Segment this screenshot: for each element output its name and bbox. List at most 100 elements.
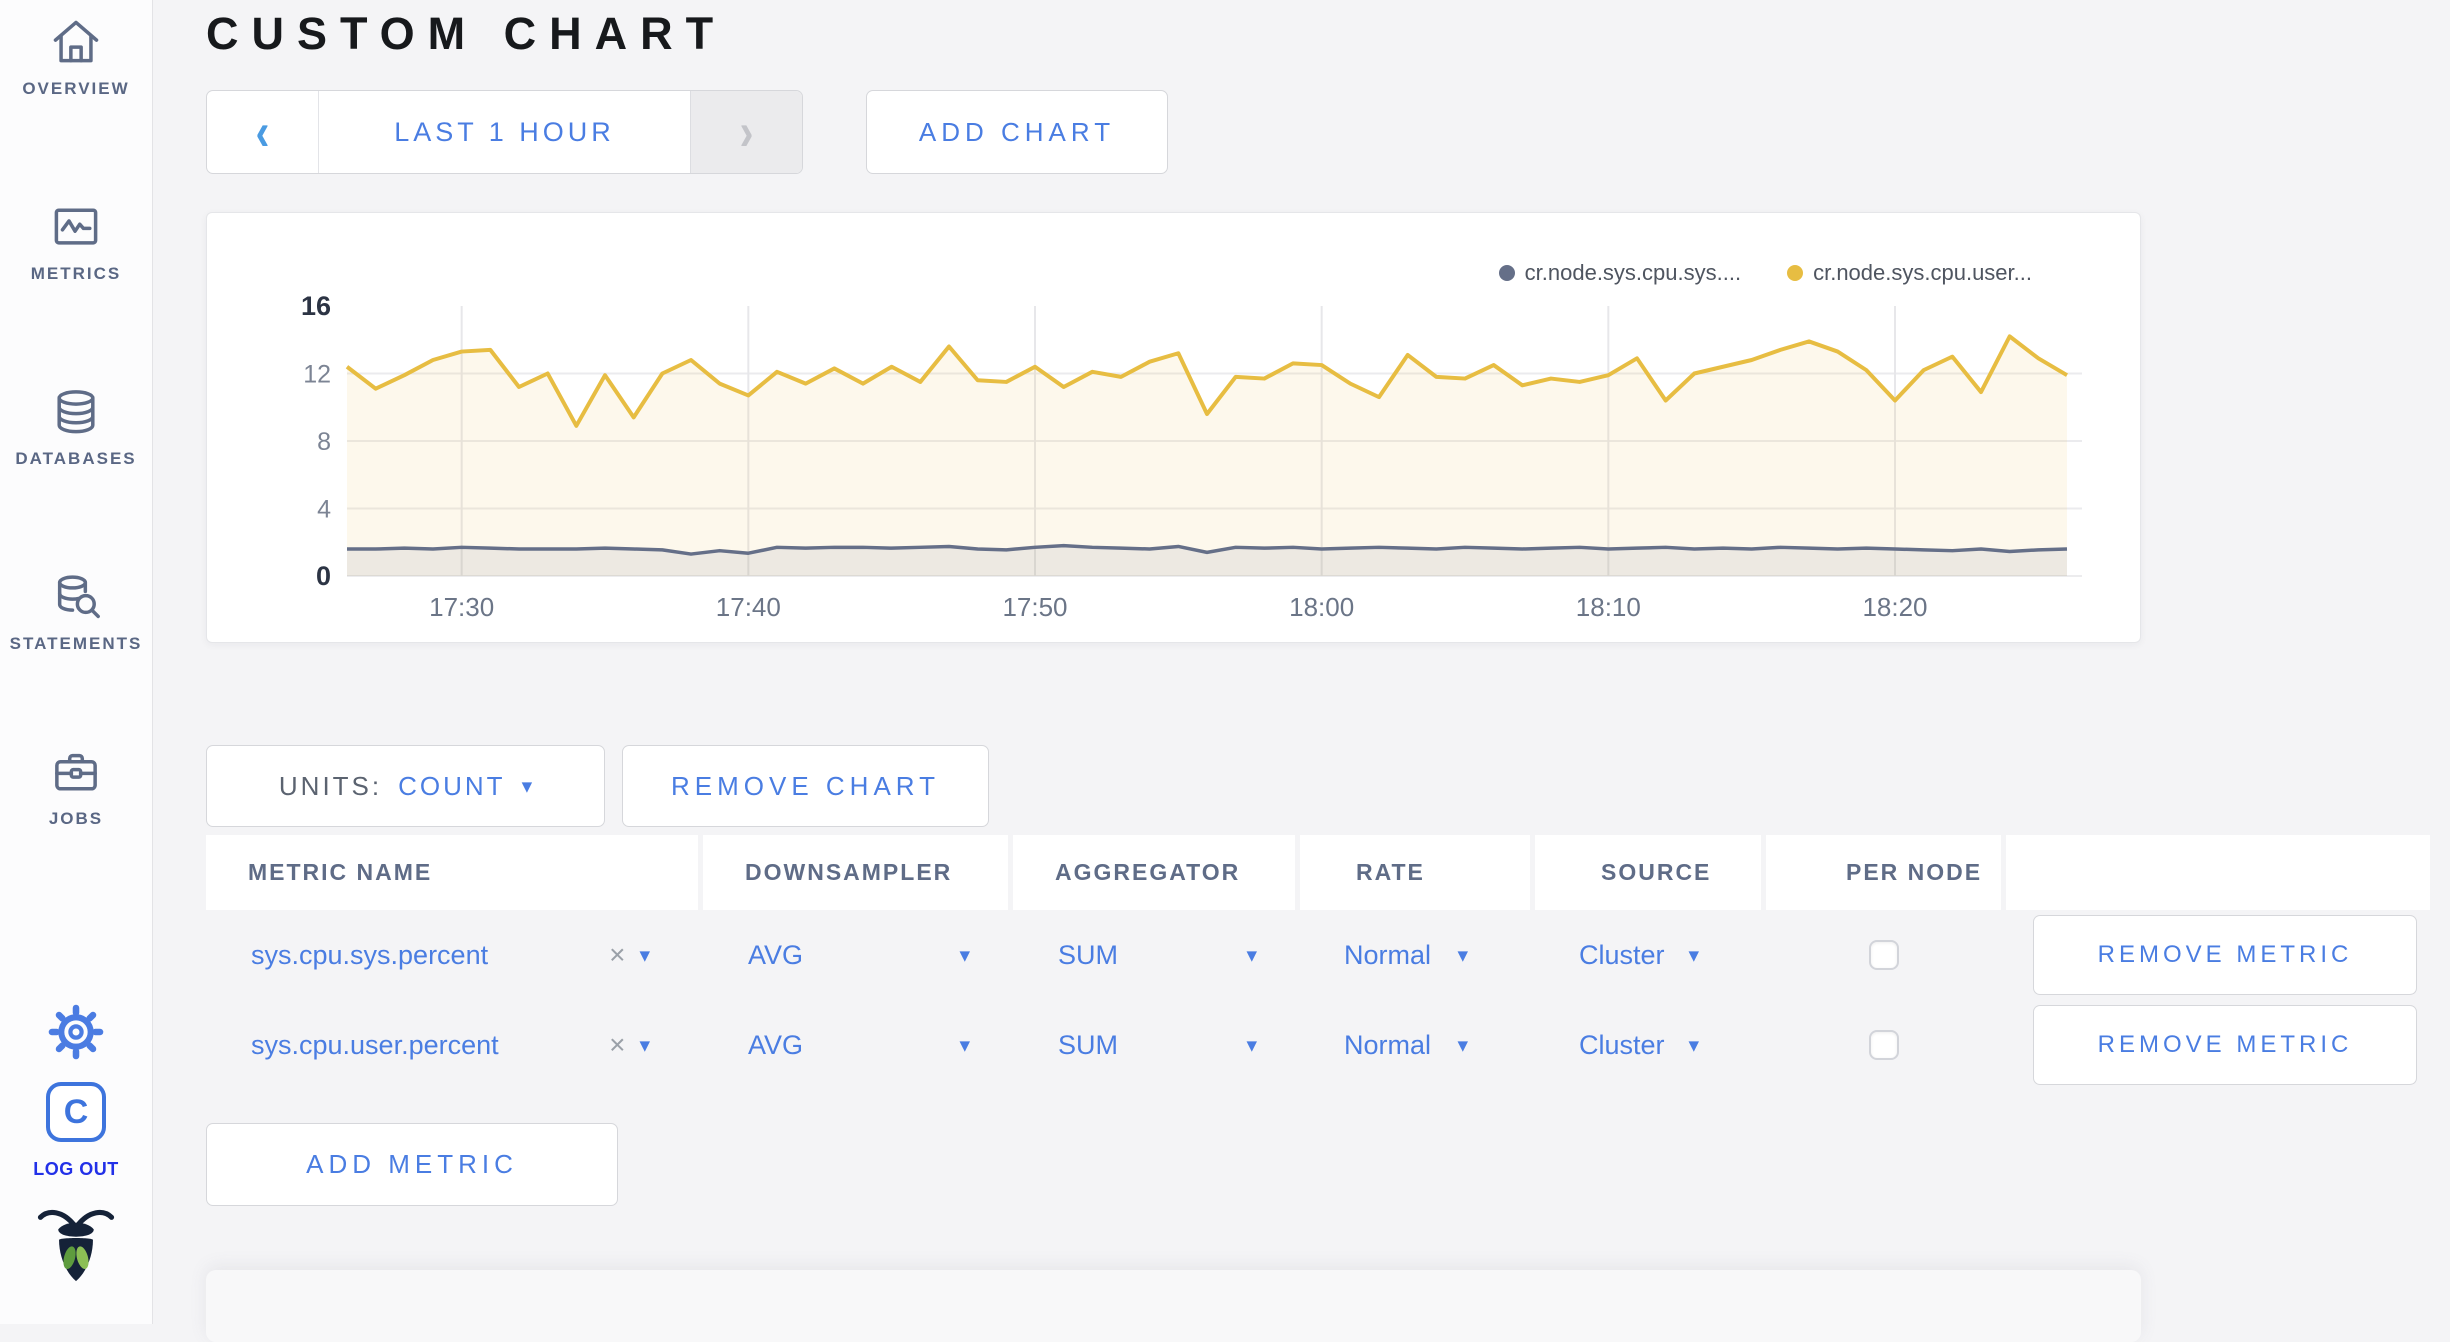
caret-down-icon: ▾	[959, 1033, 970, 1057]
aggregator-select[interactable]: SUM ▾	[1013, 910, 1295, 1000]
svg-text:17:40: 17:40	[716, 592, 781, 622]
column-header-aggregator: AGGREGATOR	[1013, 835, 1295, 910]
aggregator-value: SUM	[1058, 1029, 1118, 1060]
per-node-checkbox[interactable]	[1868, 1030, 1899, 1060]
metric-clear-dropdown[interactable]: × ▾	[609, 1029, 650, 1061]
source-select[interactable]: Cluster ▾	[1535, 910, 1761, 1000]
table-row-metric-name: sys.cpu.user.percent × ▾	[206, 1000, 698, 1090]
sidebar-item-label: METRICS	[30, 264, 122, 283]
statements-icon	[57, 575, 100, 619]
cockroach-bug-icon	[37, 1209, 115, 1282]
row-actions-cell: REMOVE METRIC	[2006, 1000, 2430, 1090]
legend-dot	[1787, 265, 1804, 281]
close-icon: ×	[609, 939, 626, 970]
column-header-per-node: PER NODE	[1766, 835, 2001, 910]
caret-down-icon: ▾	[1246, 943, 1257, 967]
per-node-checkbox[interactable]	[1868, 940, 1899, 970]
sidebar-item-metrics[interactable]: METRICS	[31, 199, 122, 284]
logout-label: LOG OUT	[33, 1159, 119, 1179]
column-header-actions	[2006, 835, 2430, 910]
column-header-source: SOURCE	[1535, 835, 1761, 910]
chevron-left-icon: ‹	[255, 102, 270, 161]
svg-text:18:00: 18:00	[1289, 592, 1354, 622]
metric-clear-dropdown[interactable]: × ▾	[609, 939, 650, 971]
time-range-prev-button[interactable]: ‹	[207, 91, 319, 173]
metric-name-value[interactable]: sys.cpu.sys.percent	[251, 940, 488, 971]
table-row-metric-name: sys.cpu.sys.percent × ▾	[206, 910, 698, 1000]
caret-down-icon: ▾	[1688, 1033, 1699, 1057]
databases-icon	[57, 390, 95, 434]
settings-button[interactable]	[48, 1004, 104, 1060]
sidebar: OVERVIEW METRICS DATABASES STATEMENTS JO…	[0, 0, 153, 1324]
add-metric-button[interactable]: ADD METRIC	[206, 1123, 618, 1206]
remove-metric-button[interactable]: REMOVE METRIC	[2033, 1005, 2417, 1085]
sidebar-item-label: STATEMENTS	[9, 634, 143, 653]
caret-down-icon: ▾	[639, 943, 650, 967]
rate-value: Normal	[1344, 939, 1432, 970]
metric-name-value[interactable]: sys.cpu.user.percent	[251, 1030, 499, 1061]
svg-text:18:20: 18:20	[1862, 592, 1927, 622]
add-chart-button[interactable]: ADD CHART	[866, 90, 1168, 174]
page-title: CUSTOM CHART	[206, 8, 727, 59]
logout-button[interactable]: C LOG OUT	[33, 1082, 119, 1180]
rate-value: Normal	[1344, 1029, 1432, 1060]
caret-down-icon: ▾	[639, 1033, 650, 1057]
rate-select[interactable]: Normal ▾	[1300, 1000, 1530, 1090]
caret-down-icon: ▾	[1246, 1033, 1257, 1057]
aggregator-select[interactable]: SUM ▾	[1013, 1000, 1295, 1090]
source-select[interactable]: Cluster ▾	[1535, 1000, 1761, 1090]
remove-chart-button[interactable]: REMOVE CHART	[622, 745, 989, 827]
sidebar-item-label: DATABASES	[15, 449, 137, 468]
sidebar-item-label: OVERVIEW	[22, 79, 130, 98]
column-header-metric-name: METRIC NAME	[206, 835, 698, 910]
downsampler-value: AVG	[748, 1029, 804, 1060]
home-icon	[53, 20, 99, 63]
caret-down-icon: ▾	[959, 943, 970, 967]
caret-down-icon: ▾	[1457, 1033, 1468, 1057]
main-content: CUSTOM CHART ‹ LAST 1 HOUR › ADD CHART 1…	[153, 0, 2450, 1342]
next-card-peek	[206, 1270, 2141, 1342]
units-label: UNITS:	[278, 770, 383, 801]
time-range-next-button[interactable]: ›	[690, 91, 802, 173]
chart-legend: cr.node.sys.cpu.sys.... cr.node.sys.cpu.…	[1498, 260, 2032, 286]
downsampler-value: AVG	[748, 939, 804, 970]
cockroach-c-logo-icon: C	[46, 1082, 106, 1142]
svg-text:17:30: 17:30	[429, 592, 494, 622]
sidebar-item-overview[interactable]: OVERVIEW	[22, 14, 129, 99]
units-dropdown[interactable]: UNITS: COUNT ▾	[206, 745, 605, 827]
legend-label: cr.node.sys.cpu.sys....	[1524, 260, 1742, 285]
units-value: COUNT	[398, 770, 506, 801]
legend-item-sys[interactable]: cr.node.sys.cpu.sys....	[1498, 260, 1742, 286]
jobs-icon	[55, 753, 97, 791]
svg-text:18:10: 18:10	[1576, 592, 1641, 622]
downsampler-select[interactable]: AVG ▾	[703, 910, 1008, 1000]
svg-text:4: 4	[317, 496, 331, 524]
legend-item-user[interactable]: cr.node.sys.cpu.user...	[1787, 260, 2032, 286]
gear-icon	[48, 1004, 104, 1060]
caret-down-icon: ▾	[1457, 943, 1468, 967]
sidebar-item-label: JOBS	[48, 809, 104, 828]
svg-text:12: 12	[303, 361, 331, 389]
time-range-dropdown[interactable]: LAST 1 HOUR	[319, 91, 690, 173]
sidebar-item-databases[interactable]: DATABASES	[15, 384, 136, 469]
cockroach-bug-logo[interactable]	[37, 1206, 115, 1290]
downsampler-select[interactable]: AVG ▾	[703, 1000, 1008, 1090]
svg-text:8: 8	[317, 428, 331, 456]
column-header-downsampler: DOWNSAMPLER	[703, 835, 1008, 910]
source-value: Cluster	[1579, 1029, 1665, 1060]
metrics-table: METRIC NAME DOWNSAMPLER AGGREGATOR RATE …	[206, 835, 2430, 1090]
custom-chart-card: 17:30 17:40 17:50 18:00 18:10 18:20 0 4 8 12 16 cr…	[206, 212, 2141, 643]
sidebar-item-jobs[interactable]: JOBS	[48, 744, 104, 829]
rate-select[interactable]: Normal ▾	[1300, 910, 1530, 1000]
legend-label: cr.node.sys.cpu.user...	[1813, 260, 2032, 285]
remove-metric-button[interactable]: REMOVE METRIC	[2033, 915, 2417, 995]
per-node-cell	[1766, 1000, 2001, 1090]
sidebar-item-statements[interactable]: STATEMENTS	[10, 569, 143, 654]
logo-letter: C	[63, 1092, 89, 1131]
aggregator-value: SUM	[1058, 939, 1118, 970]
svg-text:0: 0	[316, 561, 331, 591]
row-actions-cell: REMOVE METRIC	[2006, 910, 2430, 1000]
legend-dot	[1498, 265, 1515, 281]
source-value: Cluster	[1579, 939, 1665, 970]
svg-text:17:50: 17:50	[1002, 592, 1067, 622]
